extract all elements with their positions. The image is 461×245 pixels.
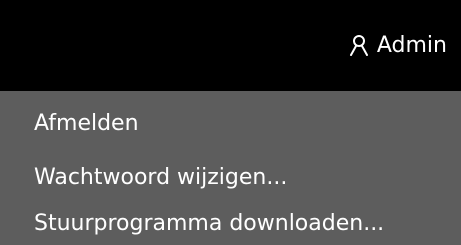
menu-item-logout[interactable]: Afmelden <box>34 109 139 139</box>
menu-item-download-driver[interactable]: Stuurprogramma downloaden... <box>34 209 384 239</box>
user-icon <box>349 34 369 56</box>
user-name-label: Admin <box>376 32 447 58</box>
top-bar: Admin <box>0 0 461 91</box>
user-menu-button[interactable]: Admin <box>349 27 447 63</box>
user-dropdown-menu: Afmelden Wachtwoord wijzigen... Stuurpro… <box>0 91 461 245</box>
menu-item-change-password[interactable]: Wachtwoord wijzigen... <box>34 163 287 193</box>
